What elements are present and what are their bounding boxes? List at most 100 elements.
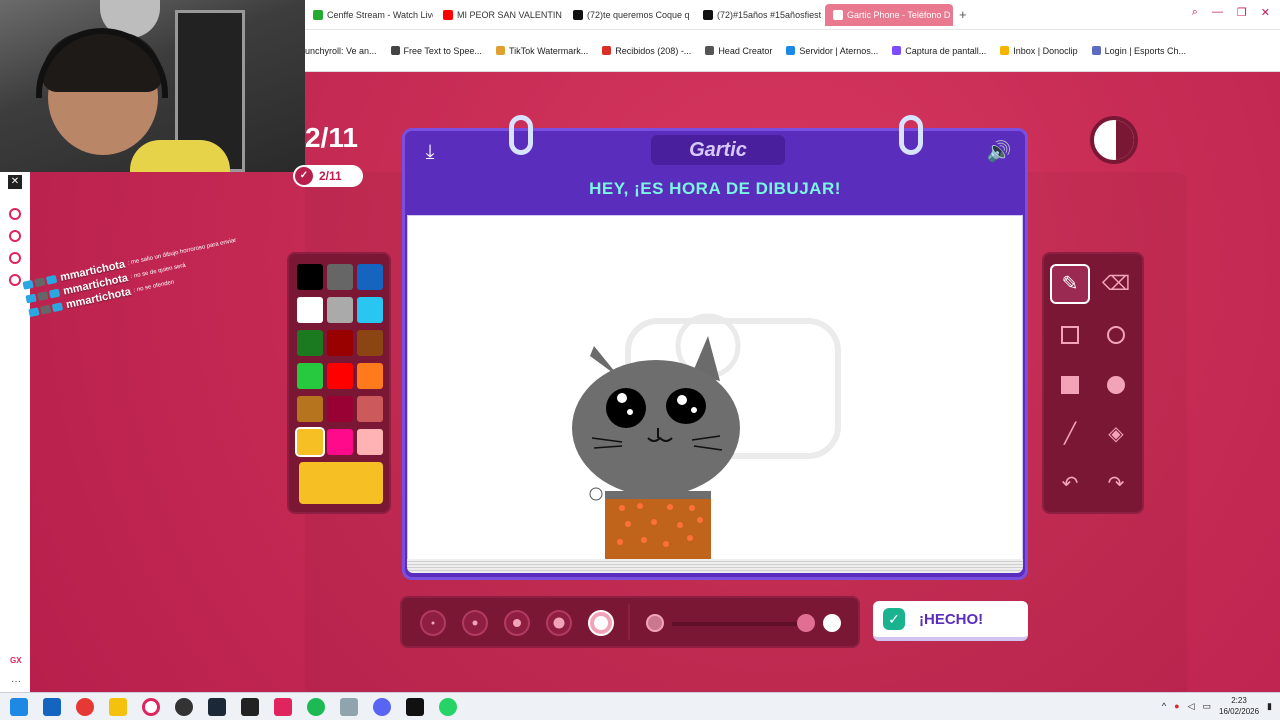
steam-icon[interactable] xyxy=(208,697,226,716)
color-swatch[interactable] xyxy=(357,264,383,290)
extensions-icon[interactable] xyxy=(9,252,21,264)
fill-bucket-tool[interactable]: ◈ xyxy=(1096,414,1136,454)
spotify-icon[interactable] xyxy=(307,697,325,716)
gartic-logo: Gartic xyxy=(651,135,785,165)
redo-button[interactable]: ↷ xyxy=(1096,464,1136,504)
capcut-icon[interactable] xyxy=(406,697,424,716)
color-swatch[interactable] xyxy=(327,297,353,323)
headset xyxy=(36,28,168,98)
cat-eye-left xyxy=(606,388,646,428)
color-swatch[interactable] xyxy=(357,396,383,422)
bookmark-7[interactable]: Inbox | Donoclip xyxy=(1000,46,1078,56)
more-icon[interactable]: ··· xyxy=(11,676,21,687)
app-icon[interactable] xyxy=(175,697,193,716)
filled-square-icon xyxy=(1061,375,1079,394)
tab-3[interactable]: (72)#15años #15añosfiest xyxy=(695,4,823,26)
color-swatch[interactable] xyxy=(357,330,383,356)
windows-start-icon[interactable] xyxy=(10,697,28,716)
x-twitter-icon[interactable]: ✕ xyxy=(8,175,22,189)
rectangle-tool[interactable] xyxy=(1050,314,1090,354)
bookmark-0[interactable]: unchyroll: Ve an... xyxy=(305,46,377,56)
settings-icon[interactable] xyxy=(9,274,21,286)
notification-icon[interactable]: ▮ xyxy=(1267,701,1272,712)
bookmark-3[interactable]: Recibidos (208) -... xyxy=(602,46,691,56)
color-swatch[interactable] xyxy=(297,297,323,323)
line-tool[interactable]: ╱ xyxy=(1050,414,1090,454)
color-swatch[interactable] xyxy=(327,429,353,455)
opera-gx-icon[interactable] xyxy=(142,697,160,716)
bookmark-2[interactable]: TikTok Watermark... xyxy=(495,46,588,56)
color-swatch[interactable] xyxy=(327,363,353,389)
system-tray: ^ ● ◁ ▭ 2:23 16/02/2026 ▮ xyxy=(1162,695,1272,717)
badge-icon xyxy=(48,288,61,299)
ellipse-tool[interactable] xyxy=(1096,314,1136,354)
opacity-slider[interactable] xyxy=(672,622,802,626)
minimize-icon[interactable]: — xyxy=(1212,6,1223,19)
color-swatch[interactable] xyxy=(297,396,323,422)
bookmark-1[interactable]: Free Text to Spee... xyxy=(390,46,482,56)
search-icon[interactable]: ⌕ xyxy=(1192,6,1198,19)
color-swatch[interactable] xyxy=(357,429,383,455)
whatsapp-icon[interactable] xyxy=(439,697,457,716)
done-button[interactable]: ✓ ¡HECHO! xyxy=(873,601,1028,641)
undo-button[interactable]: ↶ xyxy=(1050,464,1090,504)
color-swatch[interactable] xyxy=(297,264,323,290)
history-icon[interactable] xyxy=(9,230,21,242)
app-icon[interactable] xyxy=(43,697,61,716)
brush-size-1[interactable] xyxy=(420,610,446,636)
app-icon[interactable] xyxy=(340,697,358,716)
new-tab-button[interactable]: + xyxy=(959,7,967,22)
download-button[interactable]: ⤓ xyxy=(417,139,443,165)
color-swatch[interactable] xyxy=(327,330,353,356)
tiktok-icon[interactable] xyxy=(274,697,292,716)
tab-2[interactable]: (72)te queremos Coque q xyxy=(565,4,693,26)
color-swatch[interactable] xyxy=(297,363,323,389)
gx-logo-icon[interactable]: GX xyxy=(10,656,22,665)
color-swatch[interactable] xyxy=(327,264,353,290)
brush-size-5[interactable] xyxy=(588,610,614,636)
drawing-canvas[interactable] xyxy=(407,215,1023,560)
bookmark-8[interactable]: Login | Esports Ch... xyxy=(1091,46,1186,56)
color-swatch[interactable] xyxy=(357,297,383,323)
eraser-tool[interactable]: ⌫ xyxy=(1096,264,1136,304)
size-dot xyxy=(513,619,521,627)
file-explorer-icon[interactable] xyxy=(109,697,127,716)
color-palette xyxy=(287,252,391,514)
tab-0[interactable]: Cenffe Stream - Watch Live xyxy=(305,4,433,26)
network-icon[interactable]: ▭ xyxy=(1202,701,1211,712)
brush-size-3[interactable] xyxy=(504,610,530,636)
discord-icon[interactable] xyxy=(373,697,391,716)
webcam-overlay xyxy=(0,0,305,172)
color-swatch[interactable] xyxy=(297,330,323,356)
paper-edge xyxy=(407,559,1023,573)
close-icon[interactable]: ✕ xyxy=(1261,6,1270,19)
filled-ellipse-tool[interactable] xyxy=(1096,364,1136,404)
tools-panel: ✎ ⌫ ╱ ◈ ↶ ↷ xyxy=(1042,252,1144,514)
pen-tool[interactable]: ✎ xyxy=(1050,264,1090,304)
size-dot xyxy=(553,617,565,629)
color-swatch[interactable] xyxy=(357,363,383,389)
brush-size-4[interactable] xyxy=(546,610,572,636)
brush-size-2[interactable] xyxy=(462,610,488,636)
sound-button[interactable]: 🔊 xyxy=(985,139,1013,165)
app-icon[interactable] xyxy=(76,697,94,716)
microphone-icon[interactable]: ● xyxy=(1174,701,1179,711)
tab-1[interactable]: MI PEOR SAN VALENTIN xyxy=(435,4,563,26)
volume-icon[interactable]: ◁ xyxy=(1188,701,1195,712)
streamer-shirt xyxy=(130,140,230,172)
taskbar: ^ ● ◁ ▭ 2:23 16/02/2026 ▮ xyxy=(0,692,1280,720)
bookmark-5[interactable]: Servidor | Aternos... xyxy=(786,46,878,56)
filled-rectangle-tool[interactable] xyxy=(1050,364,1090,404)
color-swatch[interactable] xyxy=(295,427,325,457)
clock[interactable]: 2:23 16/02/2026 xyxy=(1219,695,1259,717)
epic-games-icon[interactable] xyxy=(241,697,259,716)
tab-gartic-active[interactable]: Gartic Phone - Teléfono D xyxy=(825,3,953,26)
opacity-slider-handle[interactable] xyxy=(797,614,815,632)
bookmark-6[interactable]: Captura de pantall... xyxy=(892,46,986,56)
player-icon[interactable] xyxy=(9,208,21,220)
cat-eye-right xyxy=(666,388,706,424)
chevron-up-icon[interactable]: ^ xyxy=(1162,701,1166,711)
bookmark-4[interactable]: Head Creator xyxy=(705,46,772,56)
color-swatch[interactable] xyxy=(327,396,353,422)
restore-icon[interactable]: ❐ xyxy=(1237,6,1247,19)
